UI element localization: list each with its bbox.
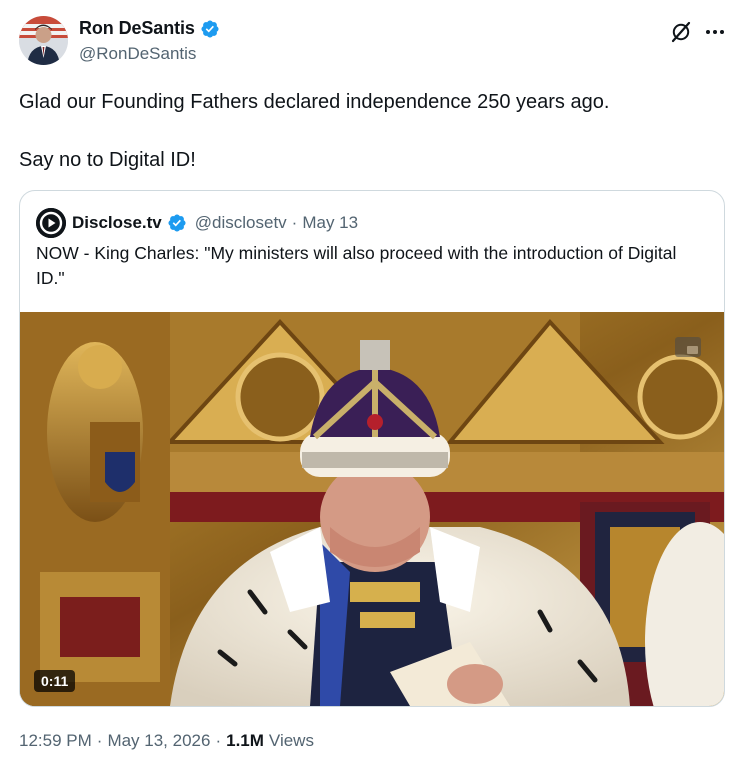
- author-name-row[interactable]: Ron DeSantis: [79, 18, 220, 39]
- quoted-tweet-card[interactable]: Disclose.tv @disclosetv · May 13 NOW - K…: [19, 190, 725, 707]
- quoted-tweet-date[interactable]: May 13: [302, 213, 358, 233]
- more-options-button[interactable]: [703, 20, 727, 44]
- quoted-tweet-text: NOW - King Charles: "My ministers will a…: [36, 243, 677, 288]
- quoted-author-handle[interactable]: @disclosetv: [195, 213, 287, 233]
- separator-dot: ·: [215, 731, 222, 750]
- quoted-tweet-header: Disclose.tv @disclosetv · May 13: [36, 208, 358, 238]
- post-time[interactable]: 12:59 PM: [19, 731, 92, 751]
- picture-in-picture-icon[interactable]: [674, 336, 702, 358]
- more-horizontal-icon: [706, 30, 724, 34]
- quoted-author-name[interactable]: Disclose.tv: [72, 213, 162, 233]
- quoted-author-avatar[interactable]: [36, 208, 66, 238]
- avatar-image: [19, 16, 68, 65]
- post-meta: 12:59 PM · May 13, 2026 · 1.1M Views: [19, 731, 314, 751]
- post-date[interactable]: May 13, 2026: [107, 731, 210, 751]
- verified-badge-icon: [168, 214, 186, 232]
- video-thumbnail: [20, 312, 724, 706]
- tweet-paragraph: Say no to Digital ID!: [19, 149, 196, 171]
- author-display-name[interactable]: Ron DeSantis: [79, 18, 195, 39]
- verified-badge-icon: [201, 19, 219, 38]
- tweet-text: Glad our Founding Fathers declared indep…: [19, 88, 719, 175]
- grok-icon: [671, 21, 691, 43]
- views-count: 1.1M: [226, 731, 264, 750]
- separator-dot: ·: [291, 213, 298, 232]
- quoted-video-player[interactable]: 0:11: [20, 312, 724, 706]
- author-handle[interactable]: @RonDeSantis: [79, 44, 196, 64]
- views-label: Views: [268, 731, 314, 750]
- disclose-logo-icon: [36, 208, 66, 238]
- grok-button[interactable]: [669, 20, 693, 44]
- tweet-paragraph: Glad our Founding Fathers declared indep…: [19, 91, 610, 113]
- video-duration-badge: 0:11: [34, 670, 76, 692]
- separator-dot: ·: [96, 731, 103, 750]
- author-avatar[interactable]: [19, 16, 68, 65]
